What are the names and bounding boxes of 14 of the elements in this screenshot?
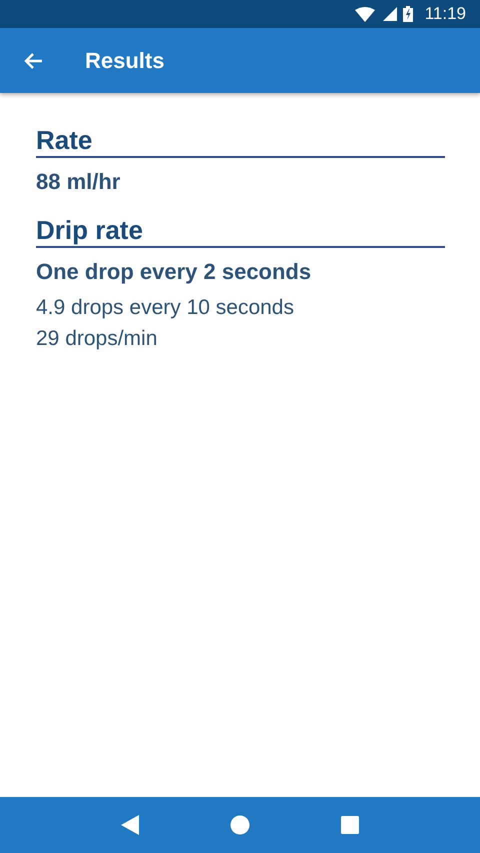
status-time: 11:19 [424, 4, 466, 24]
recents-nav-icon[interactable] [341, 816, 360, 834]
result-detail: 29 drops/min [36, 326, 158, 352]
result-value: 88 ml/hr [36, 168, 122, 196]
back-nav-icon[interactable] [120, 815, 139, 835]
home-nav-icon[interactable] [230, 815, 250, 835]
section-heading: Drip rate [36, 214, 144, 246]
screen-title: Results [85, 48, 164, 74]
wifi-icon [354, 6, 375, 22]
signal-icon [382, 7, 397, 21]
result-value: One drop every 2 seconds [36, 258, 312, 286]
battery-icon [402, 6, 413, 22]
section-heading: Rate [36, 124, 94, 156]
result-detail: 4.9 drops every 10 seconds [36, 295, 295, 321]
